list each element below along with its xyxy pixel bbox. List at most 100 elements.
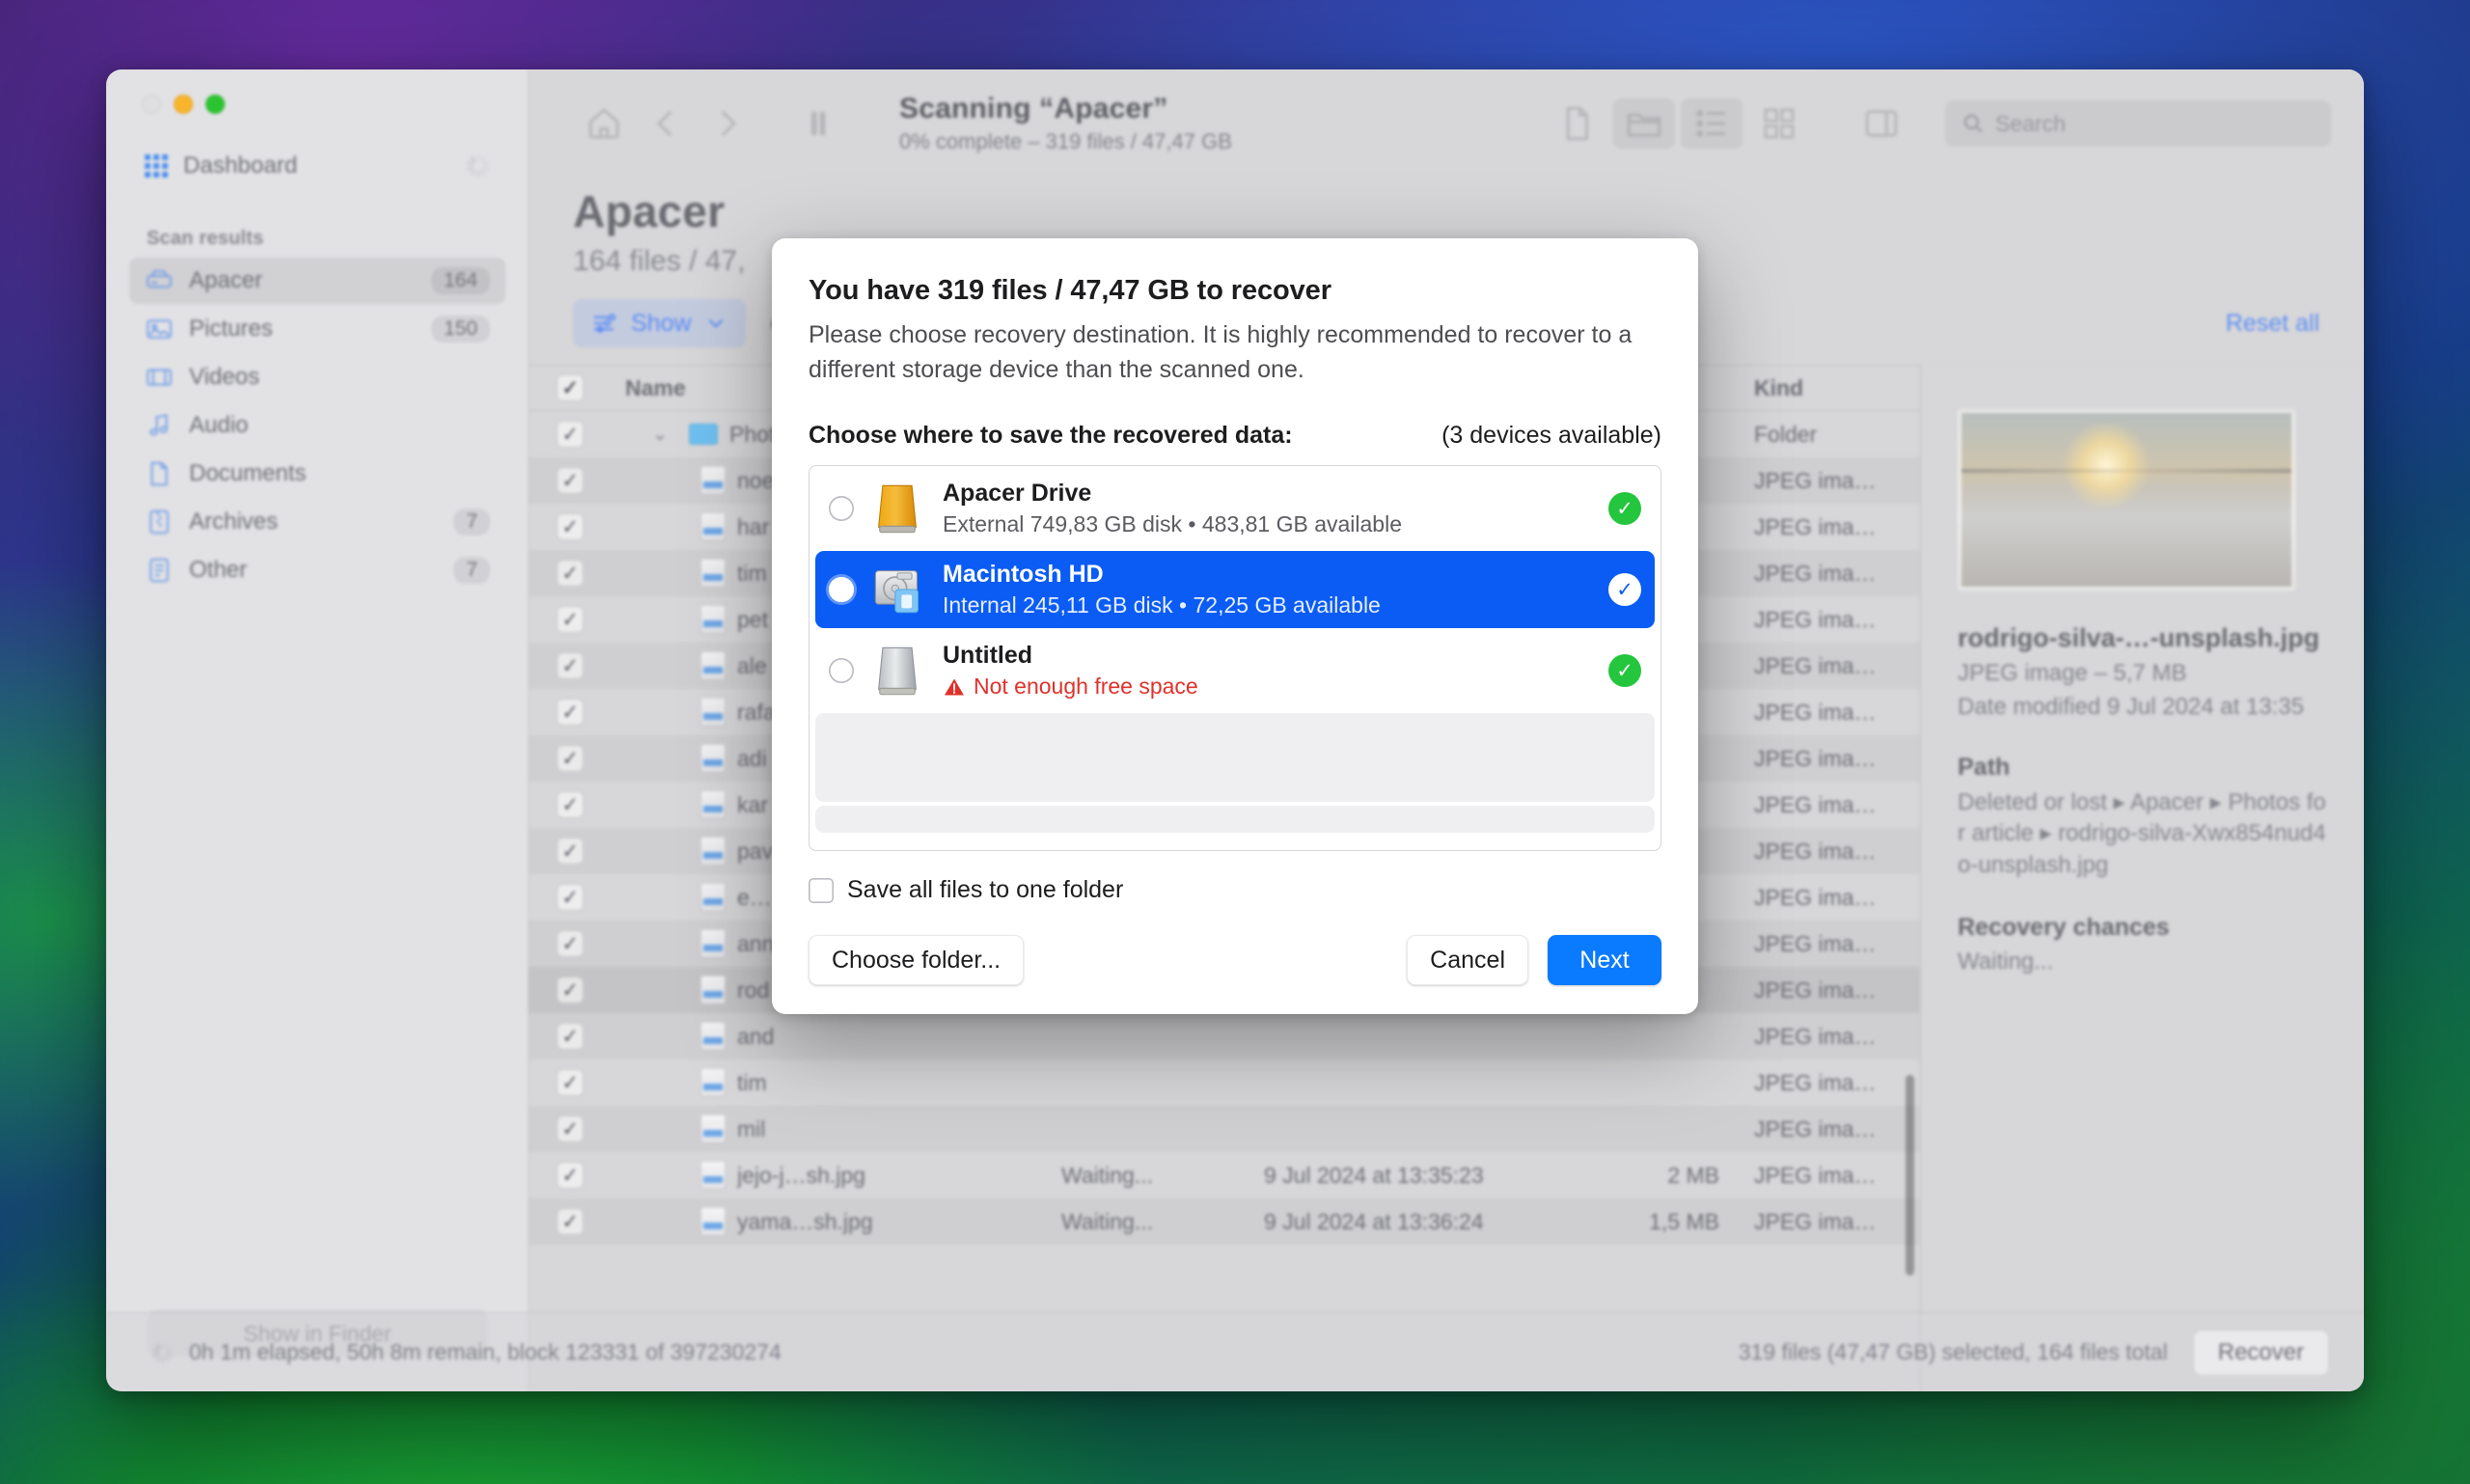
grid-view-icon <box>1764 108 1795 139</box>
sidebar-toggle-icon <box>1865 110 1898 137</box>
list-doc-icon <box>150 558 169 583</box>
row-checkbox[interactable]: ✓ <box>529 1023 612 1050</box>
device-radio[interactable] <box>829 577 854 602</box>
window-traffic-lights <box>106 69 529 129</box>
info-recovery-value: Waiting... <box>1958 948 2054 976</box>
row-checkbox[interactable]: ✓ <box>529 513 612 540</box>
row-checkbox[interactable]: ✓ <box>529 699 612 726</box>
cancel-button[interactable]: Cancel <box>1407 935 1528 985</box>
row-checkbox[interactable]: ✓ <box>529 606 612 633</box>
row-checkbox[interactable]: ✓ <box>529 884 612 911</box>
row-kind: JPEG ima… <box>1754 838 1877 864</box>
list-view-button[interactable] <box>1681 98 1743 149</box>
grid-view-button[interactable] <box>1748 98 1810 149</box>
checkbox-icon: ✓ <box>557 976 584 1003</box>
row-name: mil <box>737 1115 766 1141</box>
sidebar-item-documents[interactable]: Documents <box>129 451 506 497</box>
row-kind: Folder <box>1754 421 1818 447</box>
device-radio[interactable] <box>829 658 854 683</box>
row-name: noe <box>737 467 775 493</box>
zoom-window-button[interactable] <box>206 95 225 114</box>
row-checkbox[interactable]: ✓ <box>529 976 612 1003</box>
sidebar-item-videos[interactable]: Videos <box>129 354 506 400</box>
row-checkbox[interactable]: ✓ <box>529 421 612 448</box>
checkbox-icon: ✓ <box>557 1023 584 1050</box>
table-row[interactable]: ✓ jejo-j…sh.jpg Waiting... 9 Jul 2024 at 13… <box>529 1152 1920 1198</box>
row-name-cell: yama…sh.jpg <box>612 1207 1061 1236</box>
sidebar-item-other[interactable]: Other 7 <box>129 547 506 593</box>
column-header-kind[interactable]: Kind <box>1737 375 1920 401</box>
sidebar-item-archives[interactable]: Archives 7 <box>129 499 506 545</box>
row-kind: JPEG ima… <box>1754 1115 1877 1141</box>
device-list[interactable]: Apacer Drive External 749,83 GB disk • 48… <box>809 465 1661 851</box>
search-input[interactable]: Search <box>1945 100 2331 147</box>
sidebar-item-label: Documents <box>189 460 307 486</box>
device-text: Untitled Not enough free space <box>943 642 1198 700</box>
table-row[interactable]: ✓ tim JPEG ima… <box>529 1059 1920 1106</box>
info-path-value: Deleted or lost ▸ Apacer ▸ Photos for ar… <box>1958 789 2326 878</box>
back-button[interactable] <box>635 98 697 149</box>
select-all-checkbox[interactable]: ✓ <box>529 374 612 401</box>
row-checkbox[interactable]: ✓ <box>529 791 612 818</box>
sidebar-item-badge: 7 <box>453 557 490 584</box>
home-button[interactable] <box>573 98 635 149</box>
row-date: 9 Jul 2024 at 13:36:24 <box>1264 1208 1484 1234</box>
file-view-icon <box>1566 106 1588 141</box>
folder-view-button[interactable] <box>1613 98 1675 149</box>
row-checkbox[interactable]: ✓ <box>529 1162 612 1189</box>
next-button[interactable]: Next <box>1548 935 1661 985</box>
folder-view-icon <box>1627 113 1661 137</box>
file-icon <box>700 605 726 634</box>
device-option-untitled[interactable]: Untitled Not enough free space ✓ <box>815 632 1655 709</box>
checkbox-icon: ✓ <box>557 791 584 818</box>
file-icon <box>700 1022 726 1051</box>
checkbox-icon: ✓ <box>557 1069 584 1096</box>
device-option-apacer-drive[interactable]: Apacer Drive External 749,83 GB disk • 48… <box>815 470 1655 547</box>
table-row[interactable]: ✓ yama…sh.jpg Waiting... 9 Jul 2024 at 13:3… <box>529 1198 1920 1245</box>
film-icon <box>147 369 172 386</box>
save-all-files-checkbox[interactable] <box>809 877 834 903</box>
pause-scan-button[interactable] <box>787 98 849 149</box>
sidebar-item-pictures[interactable]: Pictures 150 <box>129 306 506 352</box>
sidebar-item-label: Videos <box>189 364 260 390</box>
reset-all-link[interactable]: Reset all <box>2226 310 2319 338</box>
choose-destination-label: Choose where to save the recovered data: <box>809 422 1293 449</box>
row-checkbox[interactable]: ✓ <box>529 838 612 865</box>
close-window-button[interactable] <box>142 95 161 114</box>
checkbox-icon: ✓ <box>557 374 584 401</box>
sidebar-item-badge: 164 <box>430 267 490 294</box>
scan-subtitle: 0% complete – 319 files / 47,47 GB <box>899 129 1232 153</box>
sliders-icon <box>593 314 617 333</box>
save-all-files-checkbox-row[interactable]: Save all files to one folder <box>809 876 1661 904</box>
row-checkbox[interactable]: ✓ <box>529 560 612 587</box>
choose-folder-button[interactable]: Choose folder... <box>809 935 1025 985</box>
sidebar-item-apacer[interactable]: Apacer 164 <box>129 258 506 304</box>
show-filter-button[interactable]: Show <box>573 299 746 347</box>
check-green-icon: ✓ <box>1608 654 1641 687</box>
sidebar-item-dashboard[interactable]: Dashboard <box>129 143 506 189</box>
row-checkbox[interactable]: ✓ <box>529 652 612 679</box>
table-row[interactable]: ✓ mil JPEG ima… <box>529 1106 1920 1152</box>
row-checkbox[interactable]: ✓ <box>529 467 612 494</box>
minimize-window-button[interactable] <box>174 95 193 114</box>
info-pane: rodrigo-silva-…-unsplash.jpg JPEG image … <box>1920 365 2364 1391</box>
vertical-scrollbar[interactable] <box>1906 1075 1914 1276</box>
file-view-button[interactable] <box>1546 98 1607 149</box>
recover-button[interactable]: Recover <box>2192 1329 2329 1376</box>
sidebar: Dashboard Scan results Apacer 164 Pictures… <box>106 69 529 1391</box>
row-checkbox[interactable]: ✓ <box>529 1115 612 1142</box>
device-radio[interactable] <box>829 496 854 521</box>
row-checkbox[interactable]: ✓ <box>529 745 612 772</box>
device-option-macintosh-hd[interactable]: Macintosh HD Internal 245,11 GB disk • 72… <box>815 551 1655 628</box>
forward-button[interactable] <box>697 98 758 149</box>
sidebar-toggle-button[interactable] <box>1851 98 1912 149</box>
row-checkbox[interactable]: ✓ <box>529 930 612 957</box>
sidebar-item-audio[interactable]: Audio <box>129 402 506 449</box>
loading-spinner-icon <box>465 153 490 179</box>
toolbar: Scanning “Apacer” 0% complete – 319 file… <box>529 69 2364 178</box>
sidebar-item-label: Pictures <box>189 316 273 342</box>
row-checkbox[interactable]: ✓ <box>529 1208 612 1235</box>
row-kind: JPEG ima… <box>1754 606 1877 632</box>
row-checkbox[interactable]: ✓ <box>529 1069 612 1096</box>
table-row[interactable]: ✓ and JPEG ima… <box>529 1013 1920 1059</box>
